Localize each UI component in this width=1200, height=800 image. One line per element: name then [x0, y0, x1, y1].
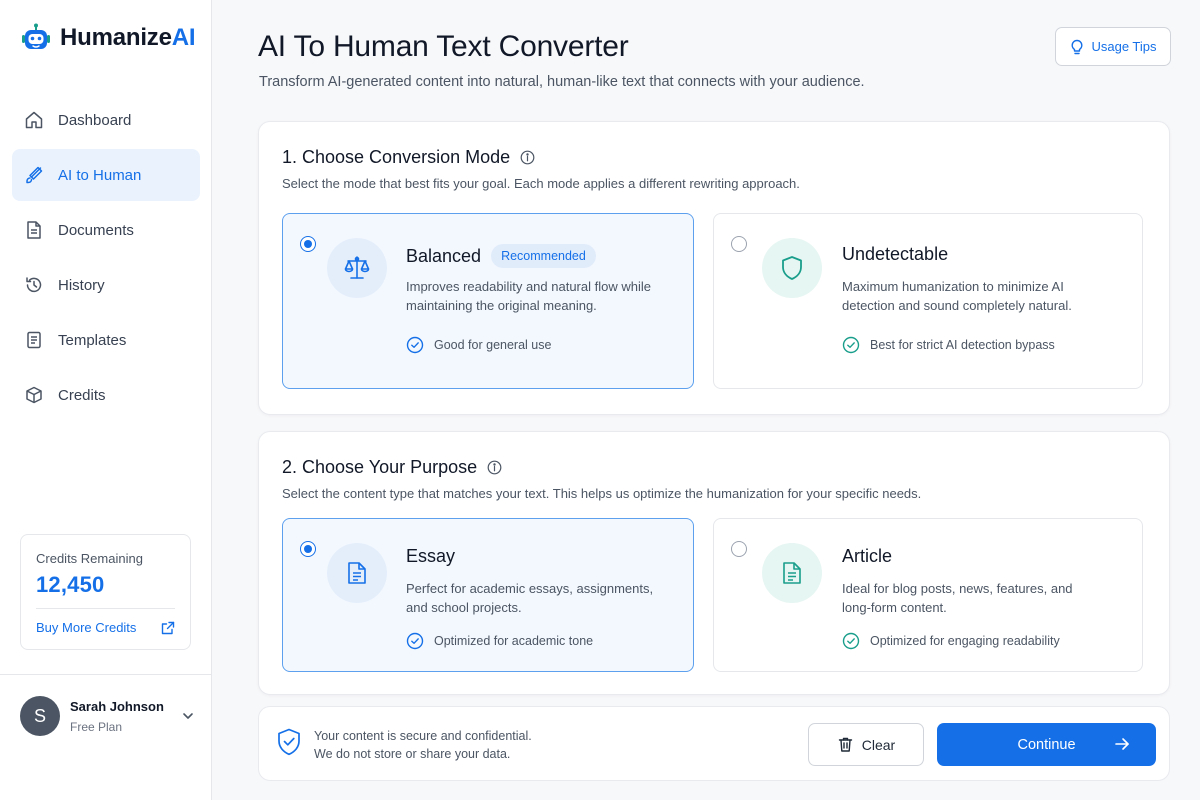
document-icon	[762, 543, 822, 603]
purpose-option-essay[interactable]: Essay Perfect for academic essays, assig…	[282, 518, 694, 672]
recommended-badge: Recommended	[491, 244, 596, 268]
credits-card: Credits Remaining 12,450 Buy More Credit…	[20, 534, 191, 650]
lightbulb-icon	[1069, 39, 1085, 55]
history-icon	[24, 275, 44, 295]
mode-option-balanced[interactable]: Balanced Recommended Improves readabilit…	[282, 213, 694, 389]
trash-icon	[837, 736, 854, 753]
check-circle-icon	[406, 632, 424, 650]
page-title: AI To Human Text Converter	[258, 30, 629, 63]
sidebar-item-documents[interactable]: Documents	[12, 204, 200, 256]
check-circle-icon	[406, 336, 424, 354]
sidebar-item-dashboard[interactable]: Dashboard	[12, 94, 200, 146]
conversion-mode-panel: 1. Choose Conversion Mode Select the mod…	[258, 121, 1170, 415]
check-circle-icon	[842, 632, 860, 650]
radio-button[interactable]	[300, 236, 316, 252]
radio-button[interactable]	[731, 236, 747, 252]
credits-value: 12,450	[36, 572, 105, 597]
sidebar: HumanizeAI Dashboard AI to Human Documen…	[0, 0, 212, 800]
option-title: Article	[842, 546, 892, 567]
logo-text: HumanizeAI	[60, 24, 196, 51]
option-note-text: Good for general use	[434, 338, 552, 352]
arrow-right-icon	[1114, 736, 1130, 752]
sidebar-item-label: Dashboard	[58, 111, 132, 129]
user-name: Sarah Johnson	[70, 698, 164, 714]
option-title-text: Article	[842, 546, 893, 566]
option-note: Optimized for engaging readability	[842, 632, 1060, 650]
document-icon	[24, 220, 44, 240]
info-icon[interactable]	[487, 460, 502, 475]
sidebar-item-credits[interactable]: Credits	[12, 369, 200, 421]
option-description: Perfect for academic essays, assignments…	[406, 581, 654, 615]
credits-label: Credits Remaining	[36, 551, 143, 566]
section-description: Select the mode that best fits your goal…	[282, 176, 800, 191]
usage-tips-button[interactable]: Usage Tips	[1055, 27, 1171, 66]
clear-button[interactable]: Clear	[808, 723, 924, 766]
page-subtitle: Transform AI-generated content into natu…	[259, 74, 865, 90]
sidebar-item-label: History	[58, 276, 105, 294]
radio-button[interactable]	[300, 541, 316, 557]
external-link-icon	[161, 621, 175, 635]
box-icon	[24, 385, 44, 405]
home-icon	[24, 110, 44, 130]
clear-label: Clear	[861, 736, 896, 753]
usage-tips-label: Usage Tips	[1091, 39, 1157, 54]
avatar: S	[20, 696, 60, 736]
divider	[0, 674, 212, 675]
sidebar-item-ai-to-human[interactable]: AI to Human	[12, 149, 200, 201]
check-circle-icon	[842, 336, 860, 354]
option-note-text: Optimized for academic tone	[434, 634, 594, 648]
sidebar-item-label: Templates	[58, 331, 127, 349]
option-note: Best for strict AI detection bypass	[842, 336, 1055, 354]
radio-button[interactable]	[731, 541, 747, 557]
option-title: Essay	[406, 546, 455, 567]
security-notice: Your content is secure and confidential.…	[276, 727, 532, 763]
sidebar-item-history[interactable]: History	[12, 259, 200, 311]
mode-option-undetectable[interactable]: Undetectable Maximum humanization to min…	[713, 213, 1143, 389]
scale-icon	[327, 238, 387, 298]
option-note-text: Best for strict AI detection bypass	[870, 338, 1055, 352]
purpose-panel: 2. Choose Your Purpose Select the conten…	[258, 431, 1170, 695]
option-title: Undetectable	[842, 244, 948, 265]
continue-button[interactable]: Continue	[937, 723, 1156, 766]
option-title: Balanced Recommended	[406, 244, 596, 268]
info-icon[interactable]	[520, 150, 535, 165]
option-note: Optimized for academic tone	[406, 632, 593, 650]
section-title-text: 1. Choose Conversion Mode	[282, 147, 511, 167]
security-line-2: We do not store or share your data.	[314, 747, 511, 761]
shield-check-icon	[276, 727, 302, 757]
section-title: 2. Choose Your Purpose	[282, 457, 502, 478]
user-plan: Free Plan	[70, 719, 123, 734]
app-logo[interactable]: HumanizeAI	[20, 22, 196, 54]
buy-more-credits-link[interactable]: Buy More Credits	[36, 620, 175, 635]
sidebar-item-label: Credits	[58, 386, 106, 404]
sidebar-item-templates[interactable]: Templates	[12, 314, 200, 366]
option-description: Ideal for blog posts, news, features, an…	[842, 581, 1073, 615]
option-title-text: Balanced	[406, 245, 482, 266]
action-bar: Your content is secure and confidential.…	[258, 706, 1170, 781]
continue-label: Continue	[1017, 736, 1076, 753]
chevron-down-icon[interactable]	[181, 709, 195, 723]
document-icon	[327, 543, 387, 603]
buy-more-credits-label: Buy More Credits	[36, 620, 137, 635]
template-icon	[24, 330, 44, 350]
security-line-1: Your content is secure and confidential.	[314, 729, 532, 743]
option-title-text: Essay	[406, 546, 456, 566]
section-description: Select the content type that matches you…	[282, 486, 922, 501]
section-title: 1. Choose Conversion Mode	[282, 147, 535, 168]
sidebar-item-label: Documents	[58, 221, 134, 239]
option-description: Maximum humanization to minimize AI dete…	[842, 279, 1072, 313]
option-description: Improves readability and natural flow wh…	[406, 279, 651, 313]
option-note: Good for general use	[406, 336, 551, 354]
shield-icon	[762, 238, 822, 298]
option-title-text: Undetectable	[842, 244, 949, 264]
purpose-option-article[interactable]: Article Ideal for blog posts, news, feat…	[713, 518, 1143, 672]
robot-icon	[20, 22, 52, 54]
user-menu[interactable]: S Sarah Johnson Free Plan	[20, 696, 195, 736]
section-title-text: 2. Choose Your Purpose	[282, 457, 478, 477]
sidebar-nav: Dashboard AI to Human Documents History …	[12, 94, 200, 424]
option-note-text: Optimized for engaging readability	[870, 634, 1060, 648]
sidebar-item-label: AI to Human	[58, 166, 142, 184]
brush-icon	[24, 165, 44, 185]
divider	[36, 608, 175, 609]
